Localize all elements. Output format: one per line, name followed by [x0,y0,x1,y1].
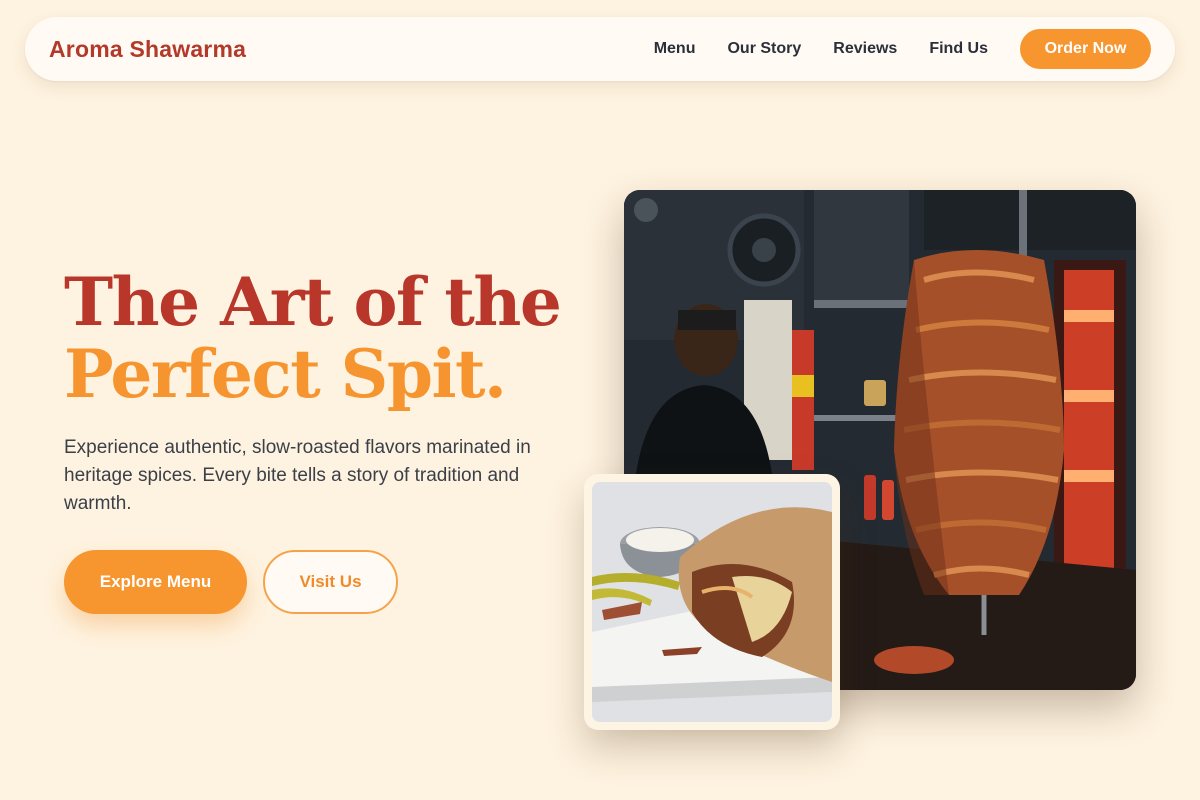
nav-link-our-story[interactable]: Our Story [727,40,801,58]
nav-link-menu[interactable]: Menu [654,40,696,58]
order-now-button[interactable]: Order Now [1020,29,1151,69]
explore-menu-button[interactable]: Explore Menu [64,550,247,614]
hero-subtitle: Experience authentic, slow-roasted flavo… [64,437,531,514]
headline-line-1: The Art of the [64,263,562,341]
hero-headline: The Art of the Perfect Spit. [64,263,562,413]
nav-links: Menu Our Story Reviews Find Us Order Now [654,29,1151,69]
top-navbar: Aroma Shawarma Menu Our Story Reviews Fi… [25,17,1175,81]
nav-link-reviews[interactable]: Reviews [833,40,897,58]
shawarma-wrap-photo [592,482,832,722]
headline-line-2: Perfect Spit. [64,335,507,413]
visit-us-button[interactable]: Visit Us [263,550,398,614]
shawarma-wrap-card [584,474,840,730]
brand-logo[interactable]: Aroma Shawarma [49,36,246,63]
shawarma-wrap-illustration [592,482,832,722]
nav-link-find-us[interactable]: Find Us [929,40,988,58]
